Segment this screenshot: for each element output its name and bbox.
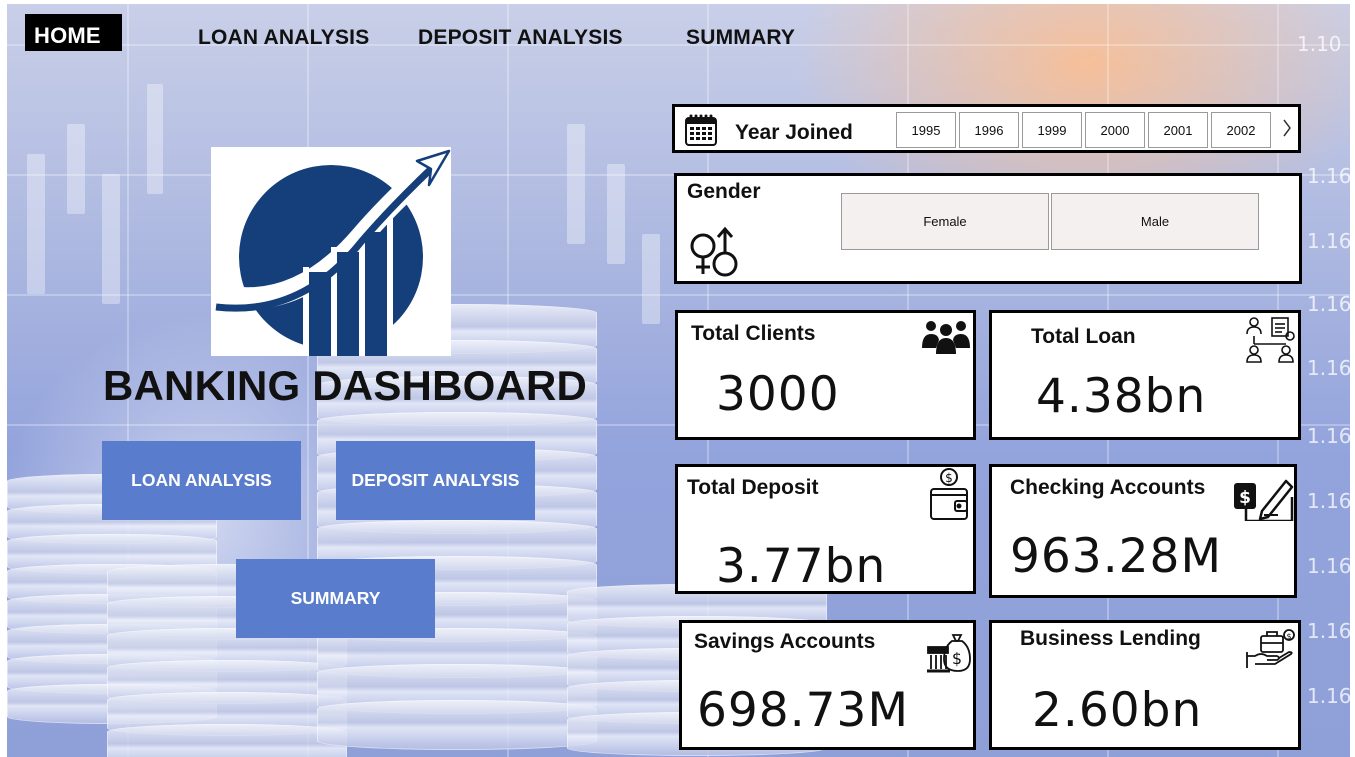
- total-loan-title: Total Loan: [1031, 325, 1136, 348]
- axis-tick-label: 1.16: [1307, 554, 1350, 578]
- total-loan-value: 4.38bn: [1036, 369, 1207, 424]
- axis-tick-label: 1.16: [1307, 164, 1350, 188]
- total-loan-card: Total Loan 4.38bn: [989, 310, 1301, 440]
- gender-option-male[interactable]: Male: [1051, 193, 1259, 250]
- axis-tick-label: 1.10: [1297, 32, 1342, 56]
- bank-money-icon: $: [926, 627, 972, 680]
- business-lending-title: Business Lending: [1020, 627, 1201, 650]
- savings-accounts-value: 698.73M: [697, 683, 910, 738]
- svg-text:$: $: [952, 649, 962, 668]
- axis-tick-label: 1.16: [1307, 489, 1350, 513]
- checking-accounts-card: Checking Accounts $ 963.28M: [989, 464, 1297, 598]
- checking-accounts-title: Checking Accounts: [1010, 476, 1206, 499]
- growth-chart-logo-icon: [215, 149, 451, 356]
- year-option-2002[interactable]: 2002: [1211, 112, 1271, 148]
- year-joined-title: Year Joined: [735, 121, 853, 144]
- nav-home[interactable]: HOME: [25, 14, 122, 51]
- year-option-2000[interactable]: 2000: [1085, 112, 1145, 148]
- nav-loan-analysis[interactable]: LOAN ANALYSIS: [198, 26, 369, 50]
- axis-tick-label: 1.16: [1307, 619, 1350, 643]
- org-chart-icon: [1242, 316, 1298, 369]
- nav-summary[interactable]: SUMMARY: [686, 26, 795, 50]
- year-option-2001[interactable]: 2001: [1148, 112, 1208, 148]
- year-joined-slicer: Year Joined 1995 1996 1999 2000 2001 200…: [672, 104, 1301, 153]
- axis-tick-label: 1.16: [1307, 292, 1350, 316]
- checking-accounts-value: 963.28M: [1010, 529, 1223, 584]
- hand-briefcase-icon: $: [1245, 628, 1295, 675]
- svg-text:$: $: [1239, 488, 1251, 508]
- total-clients-title: Total Clients: [691, 322, 816, 345]
- loan-analysis-button[interactable]: LOAN ANALYSIS: [102, 441, 301, 520]
- year-option-1999[interactable]: 1999: [1022, 112, 1082, 148]
- summary-button[interactable]: SUMMARY: [236, 559, 435, 638]
- business-lending-value: 2.60bn: [1032, 683, 1203, 738]
- gender-option-female[interactable]: Female: [841, 193, 1049, 250]
- total-clients-card: Total Clients 3000: [675, 310, 976, 440]
- business-lending-card: Business Lending $ 2.60bn: [989, 620, 1301, 750]
- total-deposit-card: Total Deposit $ 3.77bn: [675, 464, 976, 594]
- savings-accounts-title: Savings Accounts: [694, 630, 876, 653]
- axis-tick-label: 1.16: [1307, 229, 1350, 253]
- axis-tick-label: 1.16: [1307, 356, 1350, 380]
- group-people-icon: [920, 316, 972, 363]
- gender-symbols-icon: [685, 226, 749, 285]
- cheque-pen-icon: $: [1234, 475, 1296, 526]
- savings-accounts-card: Savings Accounts $ 698.73M: [679, 620, 976, 750]
- gender-title: Gender: [687, 180, 761, 203]
- chevron-right-icon[interactable]: [1282, 118, 1292, 144]
- wallet-icon: $: [927, 467, 971, 528]
- dashboard-title: BANKING DASHBOARD: [103, 362, 588, 409]
- year-option-1995[interactable]: 1995: [896, 112, 956, 148]
- year-option-1996[interactable]: 1996: [959, 112, 1019, 148]
- calendar-icon: [684, 113, 718, 152]
- svg-text:$: $: [945, 471, 953, 485]
- axis-tick-label: 1.16: [1307, 424, 1350, 448]
- deposit-analysis-button[interactable]: DEPOSIT ANALYSIS: [336, 441, 535, 520]
- total-clients-value: 3000: [716, 367, 840, 422]
- total-deposit-value: 3.77bn: [716, 539, 887, 594]
- gender-slicer: Gender Female Male: [674, 173, 1302, 284]
- svg-text:$: $: [1286, 632, 1291, 641]
- nav-deposit-analysis[interactable]: DEPOSIT ANALYSIS: [418, 26, 623, 50]
- bank-logo: [211, 147, 451, 356]
- axis-tick-label: 1.16: [1307, 684, 1350, 708]
- total-deposit-title: Total Deposit: [687, 476, 819, 499]
